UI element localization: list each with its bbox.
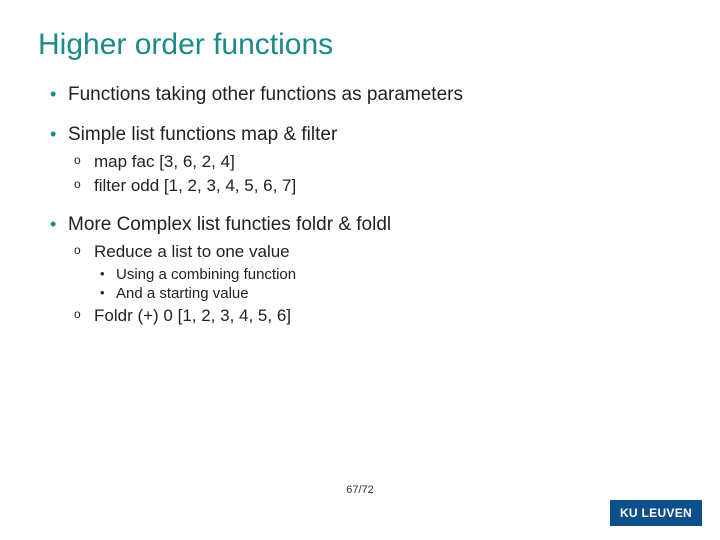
bullet-text: Simple list functions map & filter [68,124,337,145]
sub-text: map fac [3, 6, 2, 4] [94,152,235,171]
subsub-item: Using a combining function [94,266,682,283]
subsub-item: And a starting value [94,285,682,302]
subsub-text: And a starting value [116,285,249,302]
bullet-list: Functions taking other functions as para… [46,84,682,326]
slide-title: Higher order functions [38,28,682,62]
sub-item: Reduce a list to one value Using a combi… [68,242,682,302]
subsub-text: Using a combining function [116,266,296,283]
bullet-item: Simple list functions map & filter map f… [46,124,682,196]
brand-logo: KU LEUVEN [610,500,702,526]
sub-text: filter odd [1, 2, 3, 4, 5, 6, 7] [94,176,296,195]
bullet-item: More Complex list functies foldr & foldl… [46,214,682,326]
sub-item: filter odd [1, 2, 3, 4, 5, 6, 7] [68,176,682,196]
sub-item: map fac [3, 6, 2, 4] [68,152,682,172]
sub-text: Foldr (+) 0 [1, 2, 3, 4, 5, 6] [94,306,291,325]
subsub-list: Using a combining function And a startin… [94,266,682,302]
sub-list: Reduce a list to one value Using a combi… [68,242,682,326]
slide: Higher order functions Functions taking … [0,0,720,540]
page-number: 67/72 [0,484,720,496]
sub-list: map fac [3, 6, 2, 4] filter odd [1, 2, 3… [68,152,682,196]
bullet-text: More Complex list functies foldr & foldl [68,214,391,235]
sub-text: Reduce a list to one value [94,242,290,261]
slide-content: Functions taking other functions as para… [38,84,682,326]
bullet-item: Functions taking other functions as para… [46,84,682,106]
sub-item: Foldr (+) 0 [1, 2, 3, 4, 5, 6] [68,306,682,326]
bullet-text: Functions taking other functions as para… [68,84,463,105]
